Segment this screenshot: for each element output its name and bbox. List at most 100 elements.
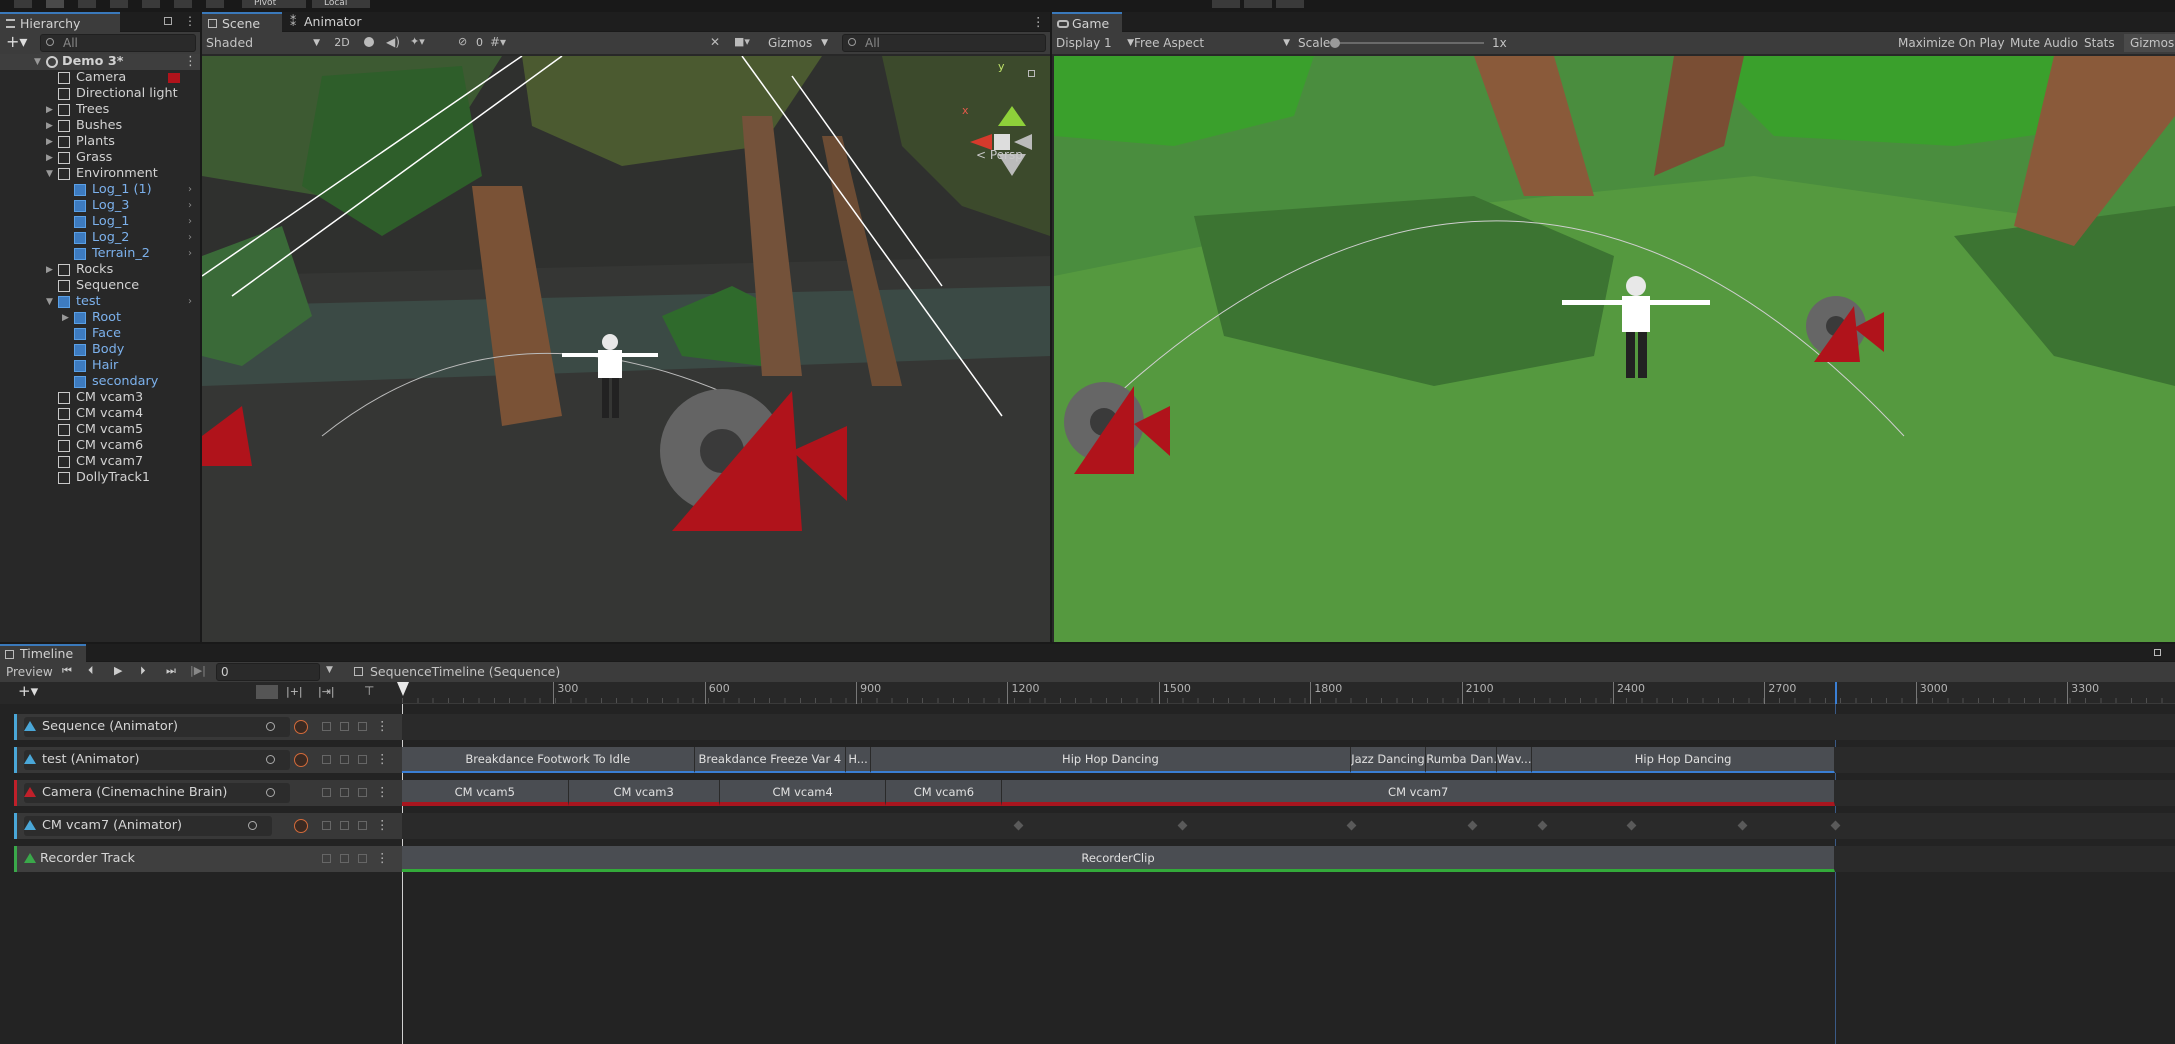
hierarchy-item[interactable]: ▼ test ›: [0, 294, 200, 310]
effects-dropdown-icon[interactable]: ✦▾: [410, 35, 425, 48]
animation-clip[interactable]: Breakdance Footwork To Idle: [402, 747, 695, 773]
cinemachine-shot-clip[interactable]: CM vcam5: [402, 780, 569, 806]
expand-arrow-icon[interactable]: ▼: [46, 294, 53, 310]
hierarchy-item[interactable]: Log_3 ›: [0, 198, 200, 214]
game-viewport[interactable]: [1054, 56, 2175, 642]
chevron-right-icon[interactable]: ›: [188, 294, 192, 310]
sequence-breadcrumb[interactable]: SequenceTimeline (Sequence): [370, 663, 560, 681]
tab-scene[interactable]: Scene: [202, 12, 282, 32]
expand-arrow-icon[interactable]: ▶: [62, 310, 69, 326]
hierarchy-item[interactable]: Directional light: [0, 86, 200, 102]
previous-frame-icon[interactable]: ⏴: [88, 664, 94, 678]
add-track-button[interactable]: +▾: [18, 682, 38, 700]
play-range-icon[interactable]: |▶|: [190, 664, 206, 677]
hierarchy-item[interactable]: CM vcam6: [0, 438, 200, 454]
camera-dropdown-icon[interactable]: ■▾: [734, 35, 750, 48]
cinemachine-shot-clip[interactable]: CM vcam4: [719, 780, 887, 806]
chevron-right-icon[interactable]: ›: [188, 230, 192, 246]
lock-icon[interactable]: [340, 854, 349, 863]
gizmos-dropdown[interactable]: Gizmos ▼: [768, 34, 828, 52]
pin-icon[interactable]: [322, 722, 331, 731]
hierarchy-item[interactable]: ▶ Rocks: [0, 262, 200, 278]
tab-animator[interactable]: ⁑ Animator: [284, 12, 374, 32]
playhead[interactable]: [397, 682, 409, 696]
pin-icon[interactable]: [322, 755, 331, 764]
animation-clip[interactable]: Hip Hop Dancing: [1532, 747, 1835, 773]
hierarchy-item[interactable]: Log_1 ›: [0, 214, 200, 230]
hand-tool-icon[interactable]: [14, 0, 32, 8]
lock-icon[interactable]: [340, 722, 349, 731]
record-button-icon[interactable]: [294, 753, 308, 767]
expand-arrow-icon[interactable]: ▼: [34, 54, 41, 70]
expand-arrow-icon[interactable]: ▶: [46, 150, 53, 166]
scene-search-input[interactable]: All: [842, 34, 1046, 52]
more-options-icon[interactable]: ⋮: [376, 718, 389, 733]
hierarchy-item[interactable]: secondary: [0, 374, 200, 390]
lock-icon[interactable]: [2154, 649, 2161, 656]
hierarchy-item[interactable]: ▶ Plants: [0, 134, 200, 150]
more-options-icon[interactable]: ⋮: [376, 850, 389, 865]
track-header[interactable]: Recorder Track ⋮: [14, 846, 406, 872]
expand-arrow-icon[interactable]: ▶: [46, 262, 53, 278]
snap-icon[interactable]: ⊤: [364, 684, 374, 698]
record-button-icon[interactable]: [294, 819, 308, 833]
expand-arrow-icon[interactable]: ▶: [46, 102, 53, 118]
pin-icon[interactable]: [322, 854, 331, 863]
chevron-right-icon[interactable]: ›: [188, 182, 192, 198]
more-options-icon[interactable]: ⋮: [184, 14, 196, 28]
animation-clip[interactable]: Hip Hop Dancing: [871, 747, 1351, 773]
expand-arrow-icon[interactable]: ▶: [46, 134, 53, 150]
gizmos-toggle-button[interactable]: Gizmos: [2124, 34, 2175, 52]
local-button[interactable]: Local: [312, 0, 370, 8]
visibility-icon[interactable]: [358, 788, 367, 797]
shading-mode-dropdown[interactable]: Shaded ▼: [206, 34, 320, 52]
hierarchy-item[interactable]: Face: [0, 326, 200, 342]
recorder-clip[interactable]: RecorderClip: [402, 846, 1835, 872]
animation-clip[interactable]: Wav...: [1496, 747, 1533, 773]
hierarchy-item[interactable]: CM vcam3: [0, 390, 200, 406]
pause-button[interactable]: [1244, 0, 1272, 8]
animation-clip[interactable]: H...: [846, 747, 872, 773]
hierarchy-item[interactable]: Camera: [0, 70, 200, 86]
hidden-objects-icon[interactable]: ⊘: [458, 35, 467, 48]
lock-icon[interactable]: [340, 755, 349, 764]
more-options-icon[interactable]: ⋮: [376, 751, 389, 766]
lock-icon[interactable]: [340, 821, 349, 830]
visibility-icon[interactable]: [358, 722, 367, 731]
lock-icon[interactable]: [340, 788, 349, 797]
next-frame-icon[interactable]: ⏵: [140, 664, 146, 678]
more-options-icon[interactable]: ⋮: [184, 54, 197, 70]
custom-tool-icon[interactable]: [206, 0, 224, 8]
hierarchy-item[interactable]: Hair: [0, 358, 200, 374]
keyframe-marker[interactable]: [1013, 820, 1024, 831]
aspect-dropdown[interactable]: Free Aspect ▼: [1134, 34, 1290, 52]
move-tool-icon[interactable]: [46, 0, 64, 8]
visibility-icon[interactable]: [358, 755, 367, 764]
go-to-end-icon[interactable]: ⏭: [166, 664, 176, 678]
hierarchy-item[interactable]: Log_1 (1) ›: [0, 182, 200, 198]
object-picker-icon[interactable]: [266, 755, 275, 764]
rect-tool-icon[interactable]: [142, 0, 160, 8]
pin-icon[interactable]: [322, 821, 331, 830]
transform-tool-icon[interactable]: [174, 0, 192, 8]
pin-icon[interactable]: [322, 788, 331, 797]
hierarchy-item[interactable]: CM vcam4: [0, 406, 200, 422]
more-options-icon[interactable]: ⋮: [1032, 14, 1045, 29]
record-button-icon[interactable]: [294, 720, 308, 734]
lighting-toggle-icon[interactable]: [364, 37, 374, 47]
track-header[interactable]: test (Animator) ⋮: [14, 747, 406, 773]
time-ruler[interactable]: 300 600 900 1200 1500 1800 2100 2400 2700 3000 330…: [397, 682, 2175, 704]
mix-mode-icon[interactable]: |+|: [286, 685, 303, 698]
tab-hierarchy[interactable]: Hierarchy: [0, 12, 120, 32]
object-picker-icon[interactable]: [248, 821, 257, 830]
mute-audio-button[interactable]: Mute Audio: [2010, 34, 2078, 52]
chevron-right-icon[interactable]: ›: [188, 198, 192, 214]
hierarchy-item[interactable]: Log_2 ›: [0, 230, 200, 246]
replace-mode-icon[interactable]: |⇥|: [318, 685, 335, 698]
hierarchy-item[interactable]: Terrain_2 ›: [0, 246, 200, 262]
animation-clip[interactable]: Jazz Dancing: [1350, 747, 1427, 773]
hierarchy-item[interactable]: CM vcam5: [0, 422, 200, 438]
scene-root-row[interactable]: ▼ Demo 3* ⋮: [0, 54, 200, 70]
pivot-button[interactable]: Pivot: [242, 0, 306, 8]
animation-clip[interactable]: Rumba Dan...: [1426, 747, 1497, 773]
